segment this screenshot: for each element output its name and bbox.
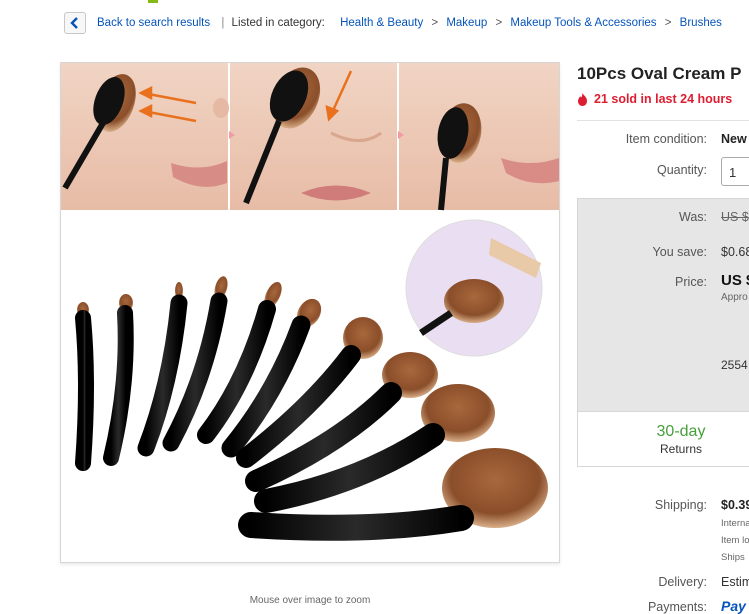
quantity-label: Quantity:: [656, 163, 707, 177]
flame-icon: [578, 92, 587, 106]
product-photo: [61, 63, 559, 562]
approx-price: Appro: [721, 292, 748, 303]
back-button[interactable]: [64, 12, 86, 34]
delivery-value: Estim: [721, 575, 749, 589]
shipping-line-2: Item lo: [721, 535, 749, 546]
back-to-search-link[interactable]: Back to search results: [97, 17, 210, 29]
item-condition-value: New: [721, 132, 747, 146]
header-accent: [148, 0, 158, 3]
breadcrumb-brushes[interactable]: Brushes: [680, 17, 722, 29]
price-value: US $: [721, 272, 749, 289]
you-save-value: $0.68: [721, 245, 749, 259]
divider: [577, 120, 749, 121]
breadcrumb-makeup-tools[interactable]: Makeup Tools & Accessories: [510, 17, 656, 29]
breadcrumb-separator: >: [431, 17, 439, 29]
breadcrumb-health-beauty[interactable]: Health & Beauty: [340, 17, 423, 29]
product-title: 10Pcs Oval Cream P: [577, 64, 742, 83]
shipping-value: $0.39: [721, 498, 749, 512]
paypal-logo: Pay: [721, 598, 746, 614]
zoom-hint: Mouse over image to zoom: [249, 595, 371, 606]
sold-text: 21 sold in last 24 hours: [594, 92, 733, 106]
quantity-input[interactable]: 1: [721, 157, 749, 186]
shipping-line-1: Interna: [721, 518, 749, 529]
breadcrumb: Back to search results | Listed in categ…: [97, 17, 722, 29]
product-image-viewer[interactable]: [60, 62, 560, 563]
breadcrumb-separator: >: [664, 17, 672, 29]
you-save-label: You save:: [652, 245, 707, 259]
returns-label: Returns: [659, 442, 703, 456]
sold-count: 2554: [721, 358, 748, 372]
shipping-line-3: Ships: [721, 552, 745, 563]
was-label: Was:: [678, 210, 707, 224]
breadcrumb-divider: |: [221, 17, 225, 29]
was-price: US $: [721, 210, 749, 224]
breadcrumb-makeup[interactable]: Makeup: [446, 17, 487, 29]
shipping-label: Shipping:: [654, 498, 707, 512]
price-panel: [577, 198, 749, 412]
item-condition-label: Item condition:: [625, 132, 707, 146]
delivery-label: Delivery:: [658, 575, 707, 589]
chevron-left-icon: [70, 17, 78, 29]
payments-label: Payments:: [647, 600, 707, 614]
sold-indicator: 21 sold in last 24 hours: [577, 92, 732, 106]
listed-in-label: Listed in category:: [231, 17, 325, 29]
price-label: Price:: [675, 275, 707, 289]
returns-days: 30-day: [656, 423, 706, 440]
breadcrumb-separator: >: [495, 17, 503, 29]
